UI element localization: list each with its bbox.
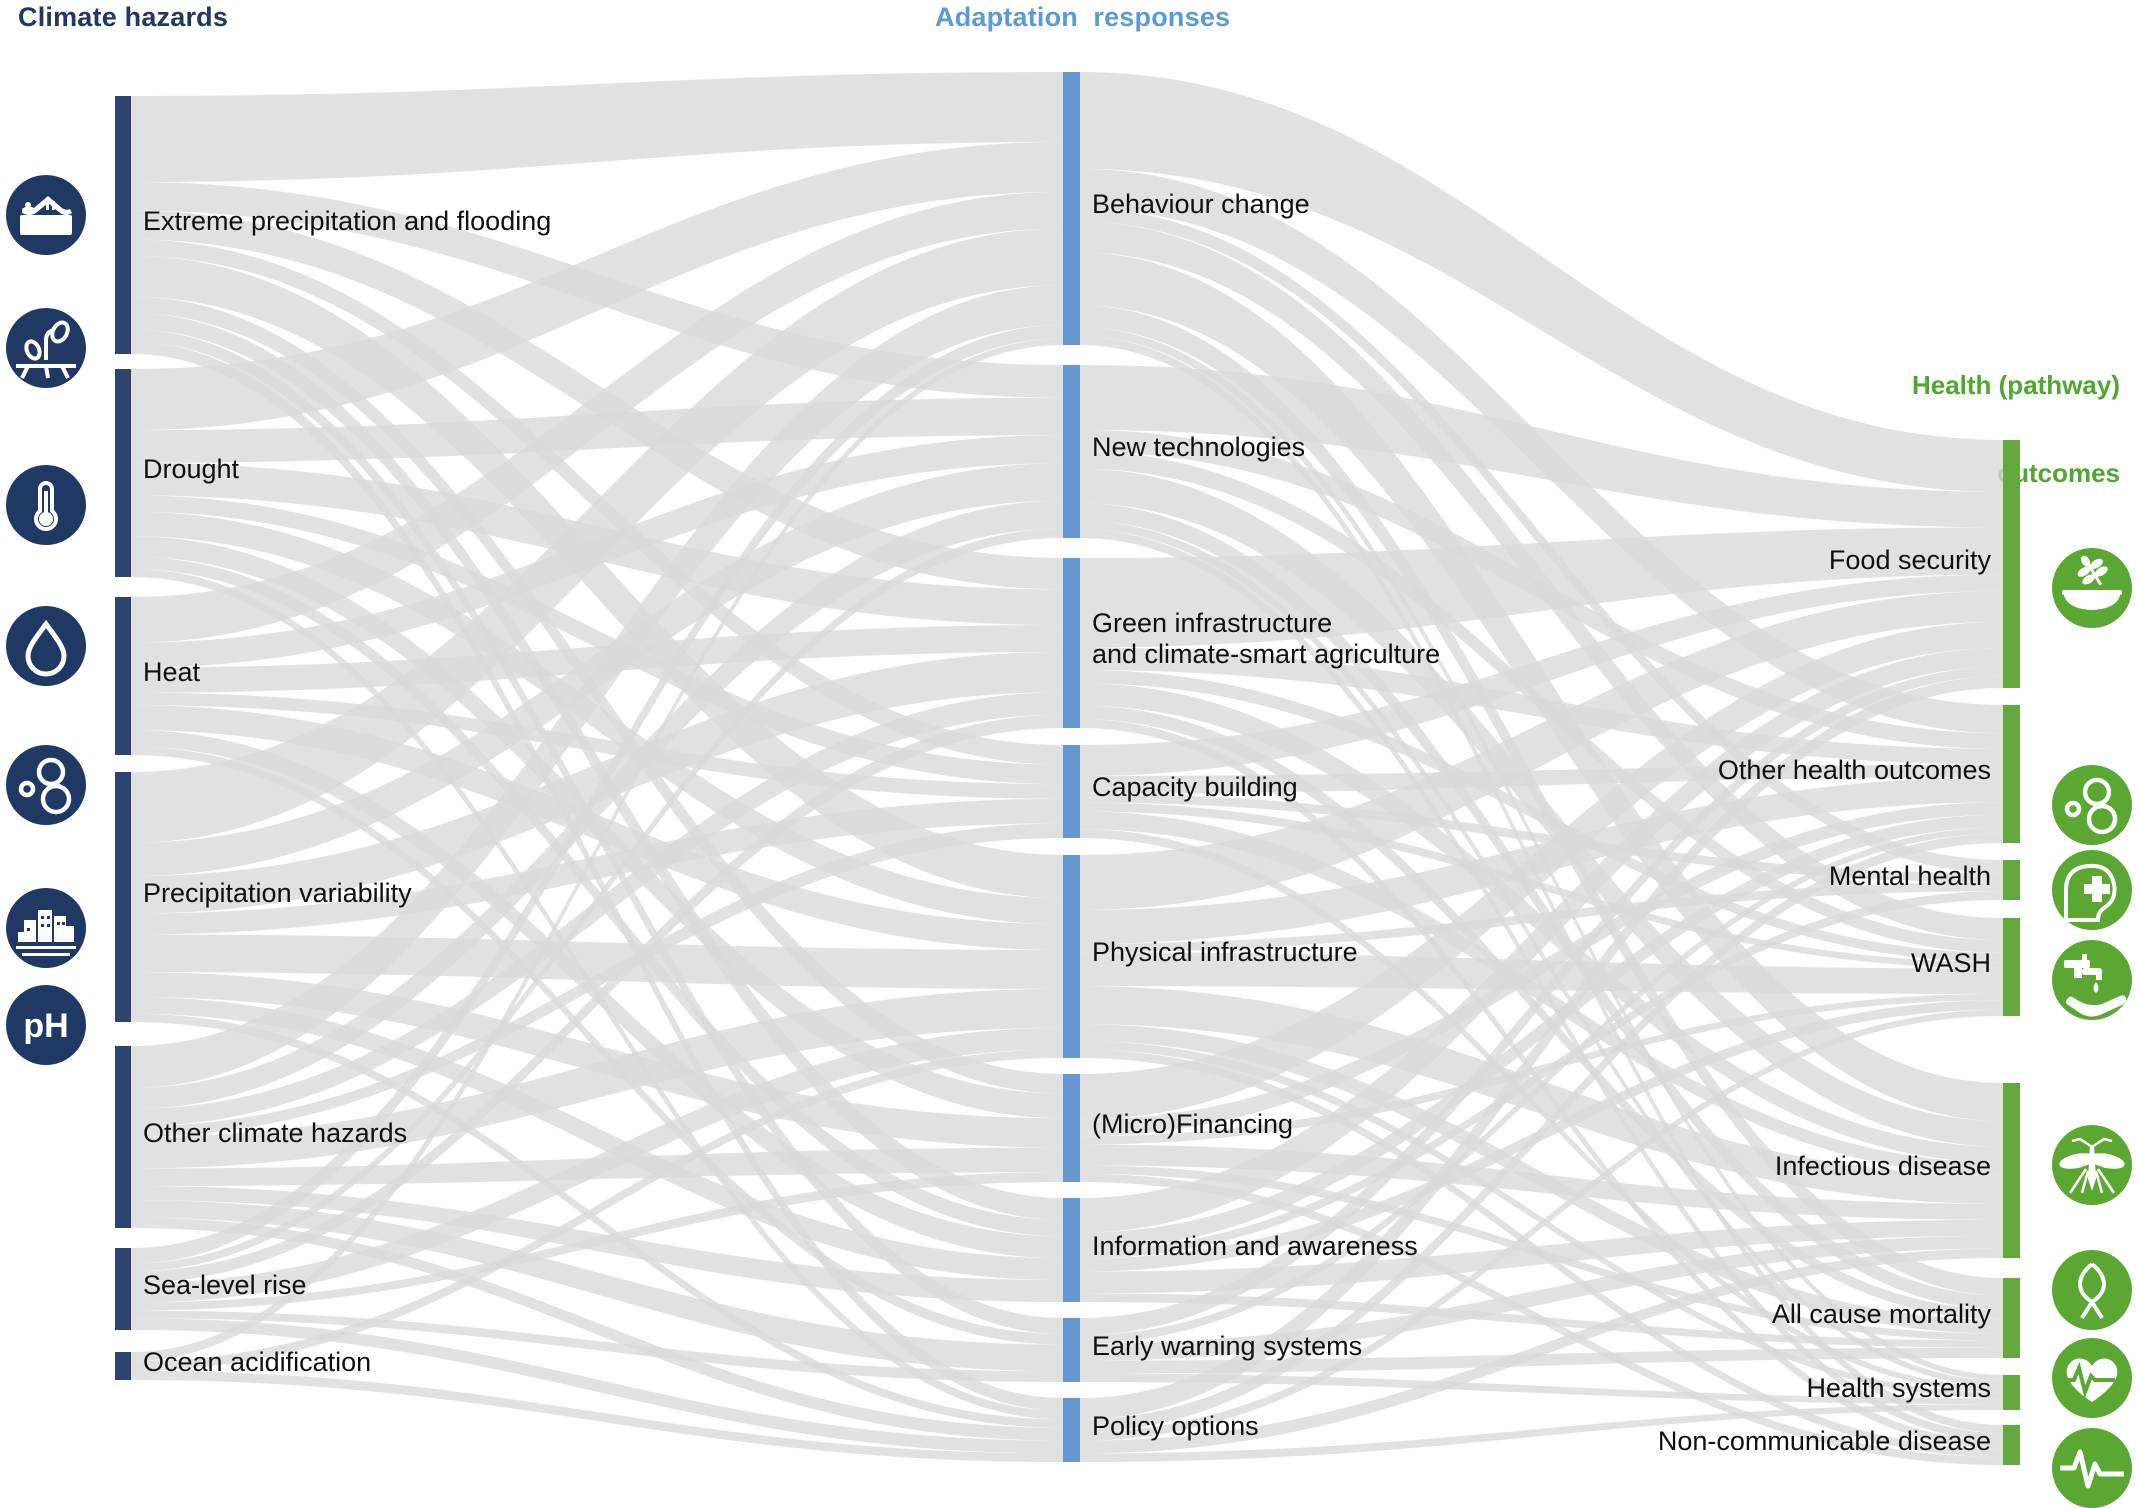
outcome-label-o1-line1: Other health outcomes xyxy=(1717,754,1991,785)
coastal-city-icon xyxy=(6,888,86,968)
mental-health-icon xyxy=(2052,850,2132,930)
sankey-node-adaptation[interactable] xyxy=(1063,558,1080,728)
svg-text:pH: pH xyxy=(23,1007,68,1045)
sankey-node-outcome[interactable] xyxy=(2003,705,2020,843)
sankey-node-hazard[interactable] xyxy=(115,1352,131,1380)
hazard-label-h3[interactable]: Precipitation variability xyxy=(143,878,412,909)
sankey-node-outcome[interactable] xyxy=(2003,1375,2020,1410)
adaptation-label-a8-line1: Policy options xyxy=(1092,1410,1259,1441)
sankey-node-outcome[interactable] xyxy=(2003,918,2020,1016)
sankey-node-hazard[interactable] xyxy=(115,1248,131,1330)
outcome-label-o0[interactable]: Food security xyxy=(1829,545,1991,576)
outcome-label-o1[interactable]: Other health outcomes xyxy=(1718,755,1991,786)
adaptation-label-a7[interactable]: Early warning systems xyxy=(1092,1331,1362,1362)
outcome-label-o3-line1: WASH xyxy=(1911,947,1991,978)
tap-hand-icon xyxy=(2052,940,2132,1020)
outcome-label-o7[interactable]: Non-communicable disease xyxy=(1658,1426,1991,1457)
adaptation-label-a2-line2: and climate-smart agriculture xyxy=(1092,638,1441,669)
hazard-label-h0[interactable]: Extreme precipitation and flooding xyxy=(143,206,551,237)
pulse-icon xyxy=(2052,1428,2132,1508)
adaptation-label-a8[interactable]: Policy options xyxy=(1092,1411,1259,1442)
flood-icon xyxy=(6,175,86,255)
hazard-label-h2[interactable]: Heat xyxy=(143,657,200,688)
drought-sprout-icon xyxy=(6,308,86,388)
adaptation-label-a7-line1: Early warning systems xyxy=(1092,1330,1363,1361)
outcome-label-o2[interactable]: Mental health xyxy=(1829,861,1991,892)
adaptation-label-a3-line1: Capacity building xyxy=(1092,772,1298,802)
outcome-label-o4-line1: Infectious disease xyxy=(1774,1151,1991,1181)
adaptation-label-a5-line1: (Micro)Financing xyxy=(1092,1108,1294,1139)
ribbon-icon xyxy=(2052,1250,2132,1330)
sankey-node-hazard[interactable] xyxy=(115,96,131,354)
adaptation-label-a4-line1: Physical infrastructure xyxy=(1092,937,1358,967)
hazard-label-h1[interactable]: Drought xyxy=(143,454,239,485)
ph-icon: pH xyxy=(6,985,86,1065)
adaptation-label-a6[interactable]: Information and awareness xyxy=(1092,1231,1418,1262)
outcome-label-o5-line1: All cause mortality xyxy=(1771,1298,1991,1329)
outcome-label-o6[interactable]: Health systems xyxy=(1806,1373,1991,1404)
adaptation-label-a5[interactable]: (Micro)Financing xyxy=(1092,1109,1293,1140)
sankey-node-adaptation[interactable] xyxy=(1063,1198,1080,1302)
heart-pulse-icon xyxy=(2052,1338,2132,1418)
sankey-node-adaptation[interactable] xyxy=(1063,72,1080,345)
sankey-node-hazard[interactable] xyxy=(115,1046,131,1228)
mosquito-icon xyxy=(2052,1125,2132,1205)
outcome-label-o3[interactable]: WASH xyxy=(1911,948,1991,979)
sankey-node-adaptation[interactable] xyxy=(1063,1398,1080,1462)
sankey-node-hazard[interactable] xyxy=(115,597,131,755)
outcome-label-o2-line1: Mental health xyxy=(1828,860,1991,891)
thermometer-icon xyxy=(6,465,86,545)
adaptation-label-a1[interactable]: New technologies xyxy=(1092,432,1305,463)
sankey-node-outcome[interactable] xyxy=(2003,440,2020,688)
hazard-label-h5-line1: Sea-level rise xyxy=(143,1269,307,1300)
hazard-label-h4-line1: Other climate hazards xyxy=(143,1117,408,1148)
outcome-label-o0-line1: Food security xyxy=(1828,544,1991,575)
outcome-label-o4[interactable]: Infectious disease xyxy=(1775,1151,1991,1182)
adaptation-label-a1-line1: New technologies xyxy=(1092,432,1306,462)
sankey-node-outcome[interactable] xyxy=(2003,1425,2020,1465)
sankey-node-outcome[interactable] xyxy=(2003,1278,2020,1358)
hazard-label-h3-line1: Precipitation variability xyxy=(143,877,412,908)
adaptation-label-a3[interactable]: Capacity building xyxy=(1092,772,1298,803)
adaptation-label-a2[interactable]: Green infrastructure and climate-smart ag… xyxy=(1092,608,1440,670)
sankey-node-adaptation[interactable] xyxy=(1063,855,1080,1058)
sankey-node-outcome[interactable] xyxy=(2003,860,2020,900)
hazard-label-h4[interactable]: Other climate hazards xyxy=(143,1118,407,1149)
adaptation-label-a6-line1: Information and awareness xyxy=(1092,1230,1418,1261)
adaptation-label-a4[interactable]: Physical infrastructure xyxy=(1092,937,1358,968)
sankey-node-adaptation[interactable] xyxy=(1063,1074,1080,1182)
grain-bowl-icon xyxy=(2052,548,2132,628)
sankey-node-outcome[interactable] xyxy=(2003,1083,2020,1258)
hazard-label-h2-line1: Heat xyxy=(143,656,201,687)
sankey-node-adaptation[interactable] xyxy=(1063,365,1080,538)
sankey-node-adaptation[interactable] xyxy=(1063,1318,1080,1382)
hazard-label-h1-line1: Drought xyxy=(143,453,240,484)
sankey-node-hazard[interactable] xyxy=(115,772,131,1022)
circles-icon xyxy=(6,745,86,825)
adaptation-label-a0-line1: Behaviour change xyxy=(1092,189,1310,219)
sankey-node-hazard[interactable] xyxy=(115,369,131,577)
adaptation-label-a2-line1: Green infrastructure xyxy=(1092,608,1333,638)
outcome-label-o7-line1: Non-communicable disease xyxy=(1657,1425,1991,1456)
circles-green-icon xyxy=(2052,765,2132,845)
hazard-label-h5[interactable]: Sea-level rise xyxy=(143,1270,307,1301)
adaptation-label-a0[interactable]: Behaviour change xyxy=(1092,189,1310,220)
hazard-label-h6[interactable]: Ocean acidification xyxy=(143,1347,371,1378)
outcome-label-o6-line1: Health systems xyxy=(1806,1373,1991,1403)
sankey-node-adaptation[interactable] xyxy=(1063,745,1080,838)
outcome-label-o5[interactable]: All cause mortality xyxy=(1772,1299,1991,1330)
water-drop-icon xyxy=(6,606,86,686)
hazard-label-h0-line1: Extreme precipitation and flooding xyxy=(143,205,552,236)
hazard-label-h6-line1: Ocean acidification xyxy=(143,1346,372,1377)
